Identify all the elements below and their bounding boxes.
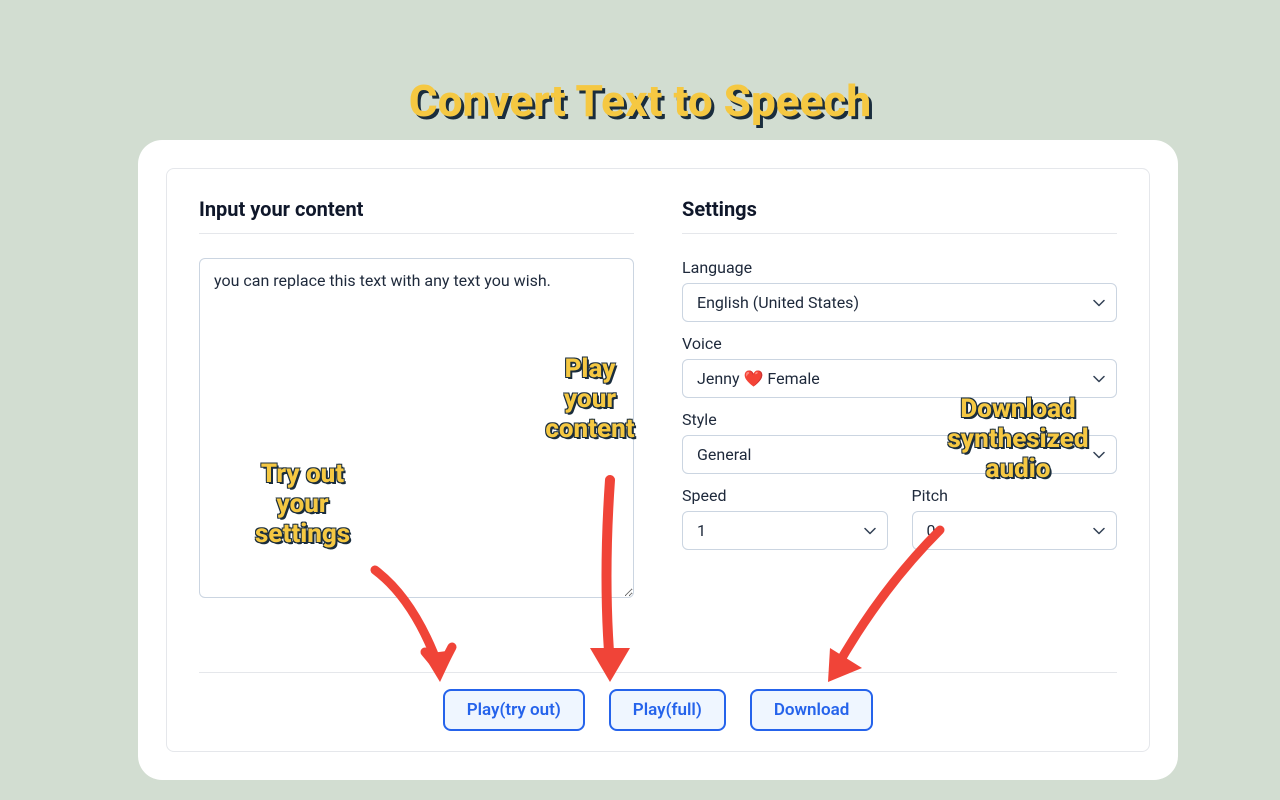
divider — [199, 672, 1117, 673]
annotation-tryout: Try out your settings — [255, 460, 350, 550]
language-select[interactable]: English (United States) — [682, 283, 1117, 322]
arrow-icon — [355, 560, 475, 700]
speed-label: Speed — [682, 486, 888, 505]
action-bar: Play(try out) Play(full) Download — [199, 689, 1117, 731]
language-label: Language — [682, 258, 1117, 277]
settings-header: Settings — [682, 197, 1117, 234]
annotation-download: Download synthesized audio — [908, 395, 1128, 485]
voice-select[interactable]: Jenny ❤️ Female — [682, 359, 1117, 398]
annotation-play: Play your content — [510, 355, 670, 445]
arrow-icon — [575, 470, 645, 695]
arrow-icon — [800, 520, 960, 700]
play-full-button[interactable]: Play(full) — [609, 689, 726, 731]
voice-label: Voice — [682, 334, 1117, 353]
page-title: Convert Text to Speech — [409, 75, 871, 127]
pitch-label: Pitch — [912, 486, 1118, 505]
input-header: Input your content — [199, 197, 634, 234]
